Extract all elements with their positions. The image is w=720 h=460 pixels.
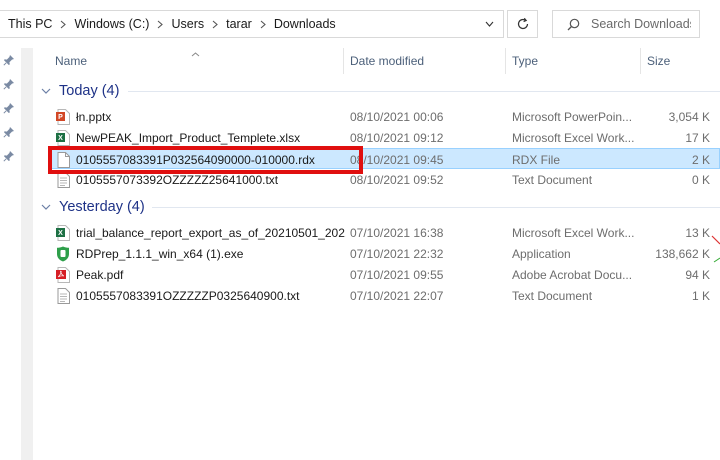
breadcrumb-windows-c[interactable]: Windows (C:) bbox=[74, 17, 149, 31]
group-label: Today (4) bbox=[59, 83, 120, 99]
file-size: 1 K bbox=[691, 288, 710, 303]
pin-icon[interactable] bbox=[3, 126, 15, 138]
column-header-row: Name Date modified Type Size bbox=[33, 48, 720, 74]
application-icon bbox=[56, 246, 70, 262]
file-date: 08/10/2021 00:06 bbox=[350, 109, 444, 124]
file-name: RDPrep_1.1.1_win_x64 (1).exe bbox=[76, 246, 244, 261]
file-row[interactable]: Xtrial_balance_report_export_as_of_20210… bbox=[50, 222, 720, 243]
column-header-size[interactable]: Size bbox=[640, 48, 720, 74]
pdf-file-icon bbox=[56, 266, 70, 283]
text-file-icon bbox=[56, 287, 70, 304]
group-header-today[interactable]: Today (4) bbox=[33, 80, 119, 102]
breadcrumb-users[interactable]: Users bbox=[171, 17, 204, 31]
chevron-down-icon[interactable] bbox=[33, 204, 59, 210]
powerpoint-file-icon: P bbox=[56, 108, 70, 125]
address-history-dropdown[interactable] bbox=[474, 10, 504, 38]
search-input[interactable] bbox=[591, 17, 691, 31]
chevron-down-icon[interactable] bbox=[33, 88, 59, 94]
group-divider-line bbox=[128, 91, 720, 92]
chevron-right-icon[interactable] bbox=[252, 20, 274, 29]
file-name: 0105557083391OZZZZZP0325640900.txt bbox=[76, 288, 300, 303]
file-size: 0 K bbox=[691, 172, 710, 187]
chevron-right-icon[interactable] bbox=[204, 20, 226, 29]
file-name: NewPEAK_Import_Product_Templete.xlsx bbox=[76, 130, 301, 145]
file-date: 08/10/2021 09:45 bbox=[350, 152, 444, 167]
file-size: 2 K bbox=[691, 152, 710, 167]
svg-text:P: P bbox=[58, 114, 63, 121]
file-date: 07/10/2021 22:07 bbox=[350, 288, 444, 303]
column-header-name[interactable]: Name bbox=[48, 48, 343, 74]
file-type: Microsoft Excel Work... bbox=[512, 130, 635, 145]
file-name: łn.pptx bbox=[76, 109, 112, 124]
file-type: Microsoft PowerPoin... bbox=[512, 109, 633, 124]
search-icon bbox=[567, 18, 580, 30]
file-date: 07/10/2021 16:38 bbox=[350, 225, 444, 240]
excel-file-icon: X bbox=[56, 224, 70, 241]
chevron-right-icon[interactable] bbox=[149, 20, 171, 29]
svg-text:X: X bbox=[58, 230, 63, 237]
group-divider-line bbox=[152, 207, 720, 208]
group-label: Yesterday (4) bbox=[59, 199, 145, 215]
file-date: 08/10/2021 09:12 bbox=[350, 130, 444, 145]
file-name: Peak.pdf bbox=[76, 267, 124, 282]
file-name: trial_balance_report_export_as_of_202105… bbox=[76, 225, 346, 240]
pin-icon[interactable] bbox=[3, 54, 15, 66]
group-header-yesterday[interactable]: Yesterday (4) bbox=[33, 196, 145, 218]
address-bar[interactable]: This PC Windows (C:) Users tarar Downloa… bbox=[0, 10, 504, 38]
column-header-type[interactable]: Type bbox=[505, 48, 640, 74]
file-row[interactable]: X NewPEAK_Import_Product_Templete.xlsx 08… bbox=[50, 127, 720, 148]
file-size: 17 K bbox=[685, 130, 710, 145]
file-type: Text Document bbox=[512, 288, 593, 303]
breadcrumb-tarar[interactable]: tarar bbox=[226, 17, 252, 31]
file-type: RDX File bbox=[512, 152, 561, 167]
file-row[interactable]: Płn.pptx 08/10/2021 00:06 Microsoft Powe… bbox=[50, 106, 720, 127]
refresh-button[interactable] bbox=[507, 10, 538, 38]
chevron-down-icon bbox=[485, 21, 493, 27]
highlight-annotation-box bbox=[48, 146, 363, 174]
file-row[interactable]: RDPrep_1.1.1_win_x64 (1).exe 07/10/2021 … bbox=[50, 243, 720, 264]
breadcrumb-downloads[interactable]: Downloads bbox=[274, 17, 336, 31]
file-type: Microsoft Excel Work... bbox=[512, 225, 635, 240]
file-name: 0105557073392OZZZZZ25641000.txt bbox=[76, 172, 279, 187]
navigation-pane-scrollbar[interactable] bbox=[21, 48, 33, 460]
file-type: Adobe Acrobat Docu... bbox=[512, 267, 633, 282]
breadcrumb-this-pc[interactable]: This PC bbox=[8, 17, 52, 31]
svg-text:X: X bbox=[58, 135, 63, 142]
search-box[interactable] bbox=[552, 10, 700, 38]
pin-icon[interactable] bbox=[3, 102, 15, 114]
file-size: 3,054 K bbox=[668, 109, 710, 124]
file-type: Text Document bbox=[512, 172, 593, 187]
chevron-right-icon[interactable] bbox=[52, 20, 74, 29]
file-type: Application bbox=[512, 246, 571, 261]
file-date: 07/10/2021 22:32 bbox=[350, 246, 444, 261]
excel-file-icon: X bbox=[56, 129, 70, 146]
file-date: 08/10/2021 09:52 bbox=[350, 172, 444, 187]
column-header-date[interactable]: Date modified bbox=[343, 48, 505, 74]
address-bar-row: This PC Windows (C:) Users tarar Downloa… bbox=[0, 0, 720, 48]
background-window-edge bbox=[711, 235, 720, 263]
pin-icon[interactable] bbox=[3, 78, 15, 90]
file-date: 07/10/2021 09:55 bbox=[350, 267, 444, 282]
pin-icon[interactable] bbox=[3, 150, 15, 162]
file-row[interactable]: Peak.pdf 07/10/2021 09:55 Adobe Acrobat … bbox=[50, 264, 720, 285]
refresh-icon bbox=[517, 17, 528, 30]
file-row[interactable]: 0105557083391OZZZZZP0325640900.txt 07/10… bbox=[50, 285, 720, 306]
navigation-pane bbox=[0, 48, 21, 460]
